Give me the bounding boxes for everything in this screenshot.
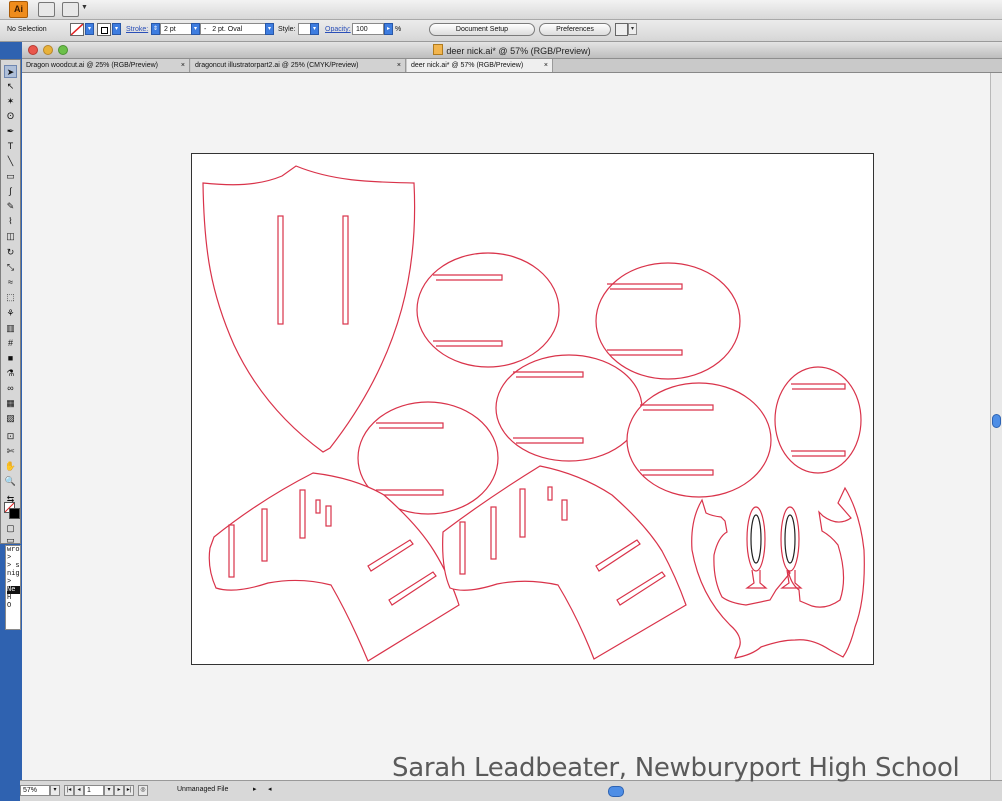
direct-selection-tool[interactable]: ↖ [4,80,17,93]
console-line: Ne [7,586,20,594]
console-line: > s [7,562,20,570]
gradient-tool[interactable]: ■ [4,352,17,365]
lasso-tool[interactable]: ʘ [4,110,17,123]
blend-tool[interactable]: ∞ [4,382,17,395]
slice-tool[interactable]: ✄ [4,445,17,458]
last-artboard-button[interactable]: ▸| [124,785,134,796]
eraser-tool[interactable]: ◫ [4,230,17,243]
crop-tool[interactable]: ⊡ [4,430,17,443]
console-line: > [7,554,12,562]
hand-tool[interactable]: ✋ [4,460,17,473]
horizontal-scroll-thumb[interactable] [608,786,624,797]
ellipse-piece[interactable] [416,252,560,368]
zoom-field[interactable]: 57% [20,785,50,796]
first-artboard-button[interactable]: |◂ [64,785,74,796]
zoom-dropdown[interactable]: ▾ [50,785,60,796]
console-line: nig [7,570,20,578]
magic-wand-tool[interactable]: ✶ [4,95,17,108]
file-status: Unmanaged File [177,786,229,793]
scroll-left-arrow-icon[interactable]: ◂ [268,785,272,793]
console-panel: wro > > s nig > Ne H O [5,545,21,630]
live-paint-tool[interactable]: ▦ [4,397,17,410]
console-line: > [7,578,12,586]
paintbrush-tool[interactable]: ∫ [4,185,17,198]
eyedropper-tool[interactable]: ⚗ [4,367,17,380]
artboard-dropdown[interactable]: ▾ [104,785,114,796]
tools-panel: ➤ ↖ ✶ ʘ ✒ T ╲ ▭ ∫ ✎ ⌇ ◫ ↻ ⤡ ≈ ⬚ ⚘ ▥ # ■ ⚗ ∞ ▦ ▨ ⊡ ✄ ✋ 🔍 ⇆ ▢ ▭ [0,59,21,545]
artboard-navigator-icon[interactable]: ◎ [138,785,148,796]
console-line: H [7,594,12,602]
pencil-tool[interactable]: ✎ [4,200,17,213]
console-line: wro [7,546,20,554]
ellipse-piece[interactable] [495,354,643,462]
ellipse-piece[interactable] [626,382,772,498]
stroke-swatch-icon[interactable] [9,508,20,519]
fill-stroke-color-swatches[interactable] [4,502,20,520]
status-bar: 57% ▾ |◂ ◂ 1 ▾ ▸ ▸| ◎ Unmanaged File ▸ ◂ [20,780,1002,801]
selection-tool[interactable]: ➤ [4,65,17,78]
artboard-number-field[interactable]: 1 [84,785,104,796]
type-tool[interactable]: T [4,140,17,153]
rotate-tool[interactable]: ↻ [4,246,17,259]
graph-tool[interactable]: ▥ [4,322,17,335]
artwork-layer [202,165,865,662]
symbol-sprayer-tool[interactable]: ⚘ [4,307,17,320]
zoom-tool[interactable]: 🔍 [4,475,17,488]
live-paint-selection-tool[interactable]: ▨ [4,412,17,425]
warp-tool[interactable]: ≈ [4,276,17,289]
blob-brush-tool[interactable]: ⌇ [4,215,17,228]
shield-piece[interactable] [202,165,416,453]
scale-tool[interactable]: ⤡ [4,261,17,274]
head-piece[interactable] [691,486,865,659]
mesh-tool[interactable]: # [4,337,17,350]
ellipse-piece[interactable] [595,262,741,380]
free-transform-tool[interactable]: ⬚ [4,291,17,304]
line-tool[interactable]: ╲ [4,155,17,168]
pen-tool[interactable]: ✒ [4,125,17,138]
rectangle-tool[interactable]: ▭ [4,170,17,183]
author-watermark: Sarah Leadbeater, Newburyport High Schoo… [392,753,960,783]
next-artboard-button[interactable]: ▸ [114,785,124,796]
console-line: O [7,602,12,610]
previous-artboard-button[interactable]: ◂ [74,785,84,796]
status-menu-arrow-icon[interactable]: ▸ [253,785,257,793]
ellipse-piece[interactable] [774,366,862,474]
